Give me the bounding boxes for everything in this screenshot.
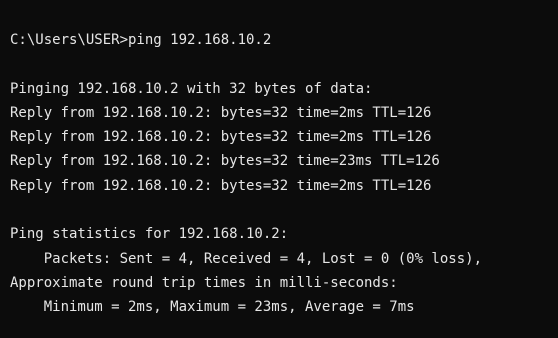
packets-summary-line: Packets: Sent = 4, Received = 4, Lost = … [10, 250, 483, 267]
statistics-header-line: Ping statistics for 192.168.10.2: [10, 226, 289, 243]
terminal-window[interactable]: C:\Users\USER>ping 192.168.10.2 Pinging … [0, 0, 558, 338]
reply-line: Reply from 192.168.10.2: bytes=32 time=2… [10, 129, 432, 146]
pinging-header-line: Pinging 192.168.10.2 with 32 bytes of da… [10, 80, 373, 97]
rtt-summary-line: Minimum = 2ms, Maximum = 23ms, Average =… [10, 299, 415, 316]
reply-line: Reply from 192.168.10.2: bytes=32 time=2… [10, 153, 440, 170]
rtt-header-line: Approximate round trip times in milli-se… [10, 274, 398, 291]
command-prompt-line: C:\Users\USER>ping 192.168.10.2 [10, 32, 272, 48]
reply-line: Reply from 192.168.10.2: bytes=32 time=2… [10, 104, 432, 121]
reply-line: Reply from 192.168.10.2: bytes=32 time=2… [10, 177, 432, 194]
